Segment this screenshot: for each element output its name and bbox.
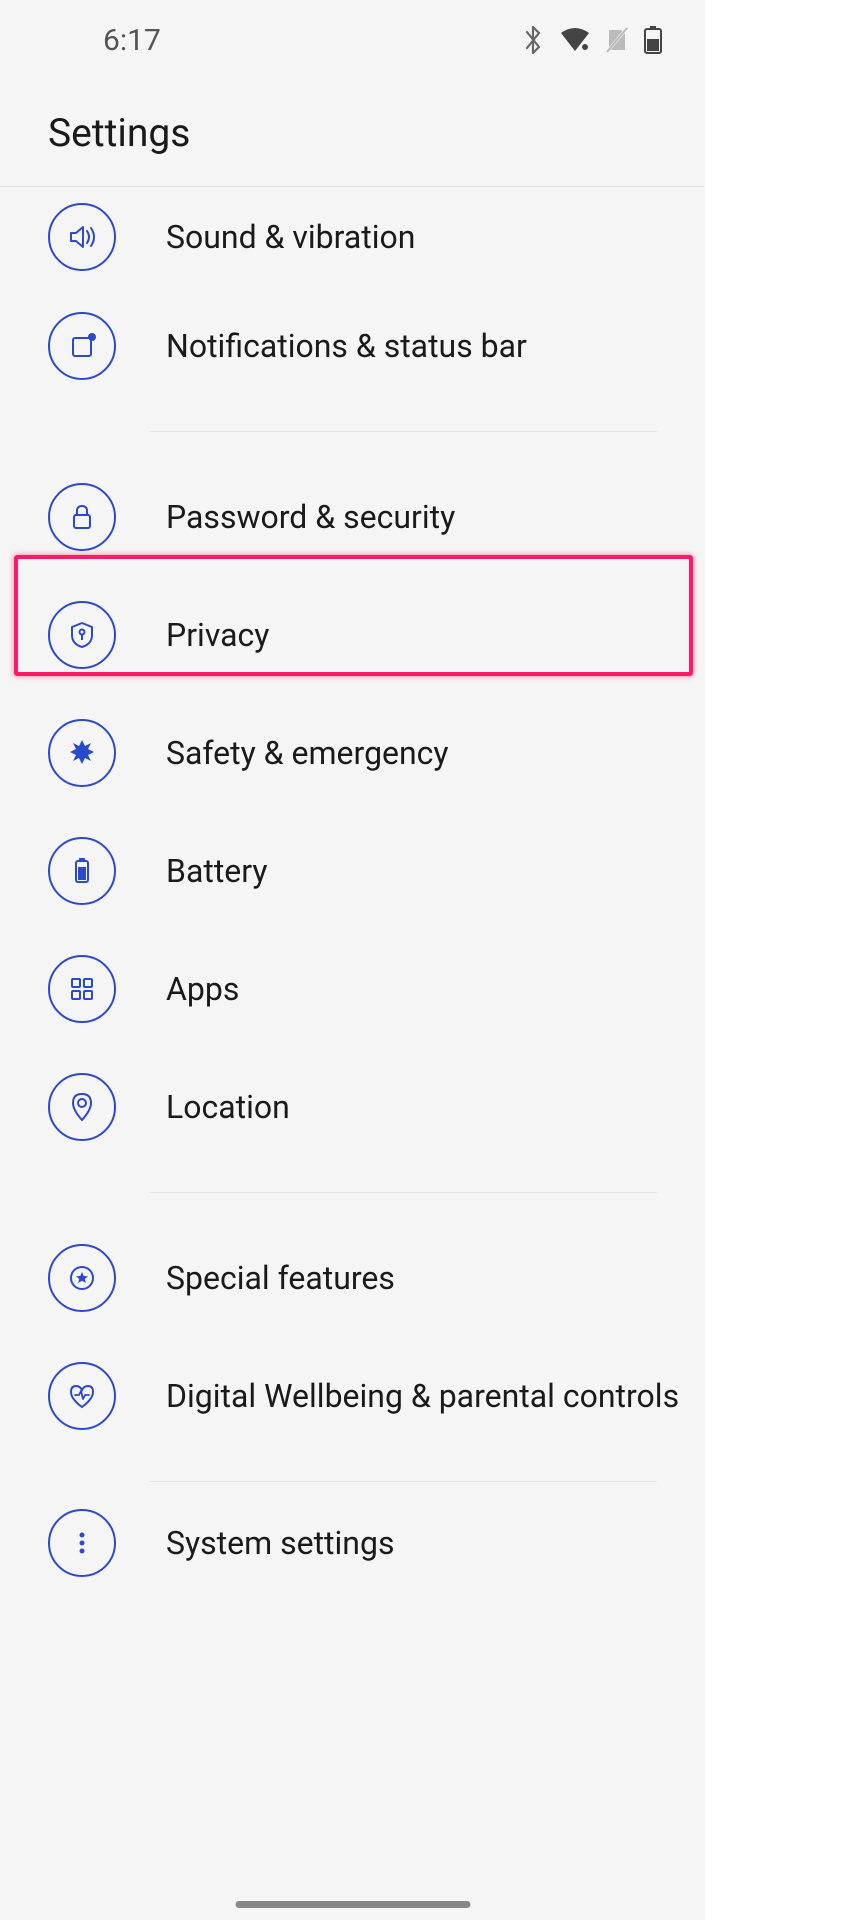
star-icon (48, 1244, 116, 1312)
item-label: Sound & vibration (166, 218, 415, 256)
header: Settings (0, 80, 705, 186)
page-title: Settings (48, 110, 705, 156)
item-label: Special features (166, 1259, 395, 1297)
item-label: Notifications & status bar (166, 327, 527, 365)
settings-item-privacy[interactable]: Privacy (0, 576, 705, 694)
item-label: Privacy (166, 616, 269, 654)
item-label: Location (166, 1088, 290, 1126)
divider (150, 431, 657, 432)
divider (150, 1481, 657, 1482)
wifi-icon (559, 27, 591, 53)
settings-item-special[interactable]: Special features (0, 1219, 705, 1337)
item-label: System settings (166, 1524, 394, 1562)
item-label: Safety & emergency (166, 734, 449, 772)
item-label: Digital Wellbeing & parental controls (166, 1377, 679, 1415)
emergency-icon (48, 719, 116, 787)
notifications-icon (48, 312, 116, 380)
sound-icon (48, 203, 116, 271)
lock-icon (48, 483, 116, 551)
item-label: Apps (166, 970, 239, 1008)
settings-item-battery[interactable]: Battery (0, 812, 705, 930)
status-time: 6:17 (103, 23, 161, 58)
settings-item-sound[interactable]: Sound & vibration (0, 187, 705, 287)
bluetooth-icon (521, 25, 545, 55)
apps-icon (48, 955, 116, 1023)
divider (150, 1192, 657, 1193)
settings-item-location[interactable]: Location (0, 1048, 705, 1166)
battery-status-icon (643, 25, 663, 55)
settings-item-system[interactable]: System settings (0, 1508, 705, 1578)
nav-handle[interactable] (235, 1901, 470, 1908)
status-bar: 6:17 (0, 0, 705, 80)
battery-icon (48, 837, 116, 905)
settings-item-wellbeing[interactable]: Digital Wellbeing & parental controls (0, 1337, 705, 1455)
privacy-icon (48, 601, 116, 669)
item-label: Password & security (166, 498, 455, 536)
wellbeing-icon (48, 1362, 116, 1430)
settings-item-notifications[interactable]: Notifications & status bar (0, 287, 705, 405)
settings-item-safety[interactable]: Safety & emergency (0, 694, 705, 812)
no-sim-icon (605, 26, 629, 54)
more-icon (48, 1509, 116, 1577)
item-label: Battery (166, 852, 268, 890)
location-icon (48, 1073, 116, 1141)
status-icons (521, 25, 663, 55)
settings-item-password[interactable]: Password & security (0, 458, 705, 576)
settings-item-apps[interactable]: Apps (0, 930, 705, 1048)
